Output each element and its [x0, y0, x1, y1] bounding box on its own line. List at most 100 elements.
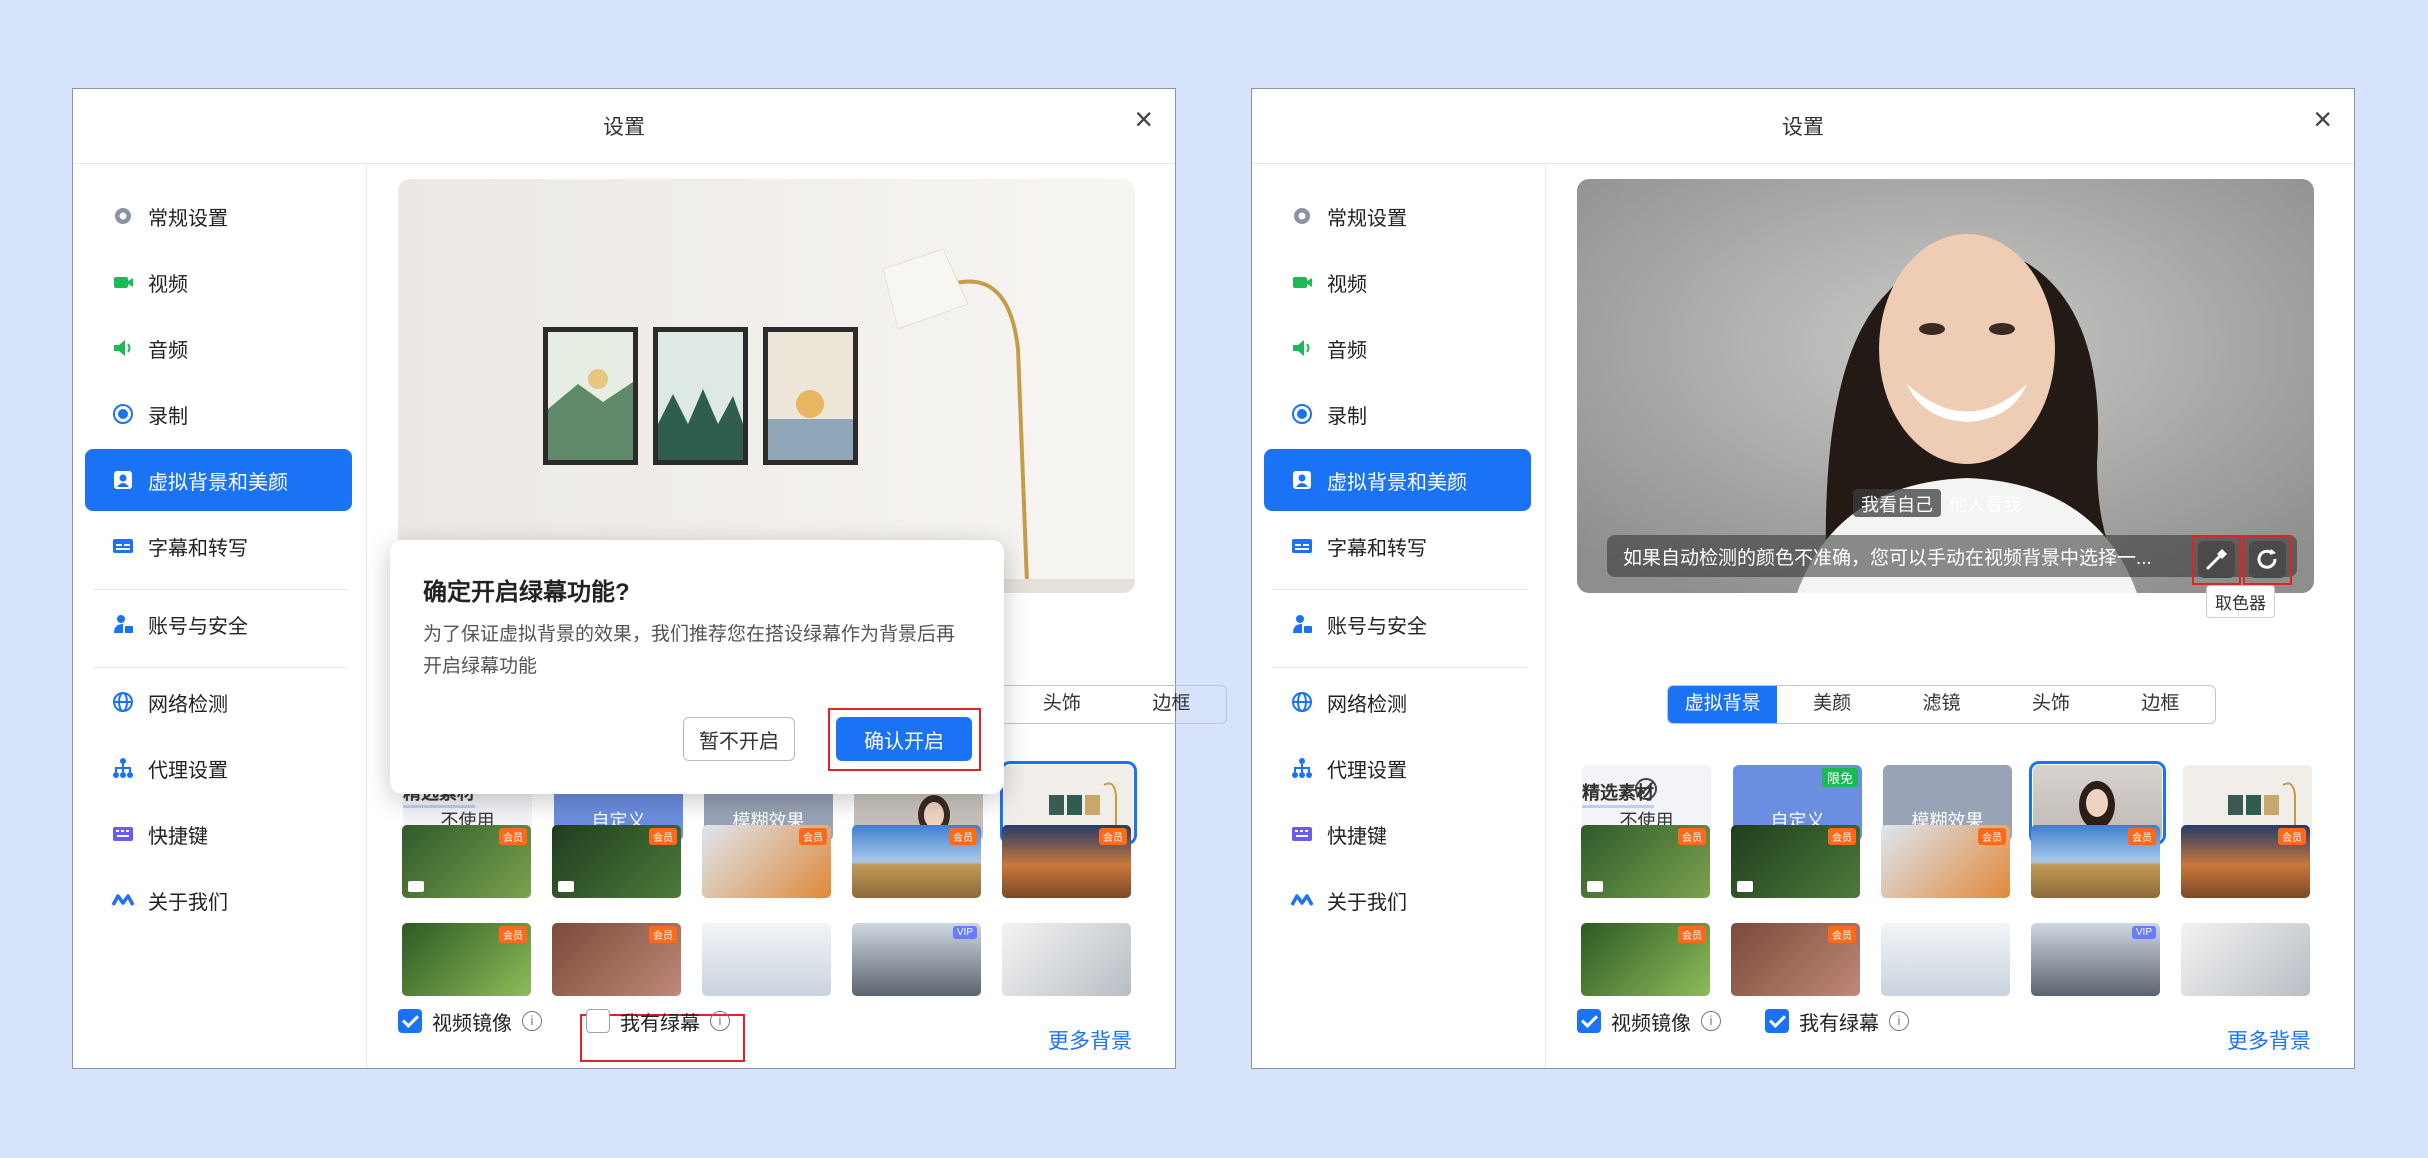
sidebar-item-account[interactable]: 账号与安全 [85, 593, 352, 655]
more-backgrounds-link[interactable]: 更多背景 [2227, 1025, 2311, 1055]
tab-filter[interactable]: 滤镜 [1887, 686, 1996, 723]
video-camera-icon [558, 881, 574, 892]
mirror-checkbox-row[interactable]: 视频镜像 i [398, 1008, 542, 1035]
sidebar-item-label: 虚拟背景和美颜 [148, 471, 288, 494]
sidebar-item-label: 快捷键 [148, 825, 208, 848]
close-icon[interactable]: × [2313, 103, 2332, 135]
sidebar-item-audio[interactable]: 音频 [1264, 317, 1531, 379]
material-thumbnail[interactable]: 会员 [1581, 825, 1710, 898]
settings-window-color-picker: 设置 × 常规设置 视频 音频 录制 虚拟背景和美颜 字幕和转写 账号与安全 网… [1251, 88, 2355, 1069]
material-thumbnail[interactable]: 会员 [2181, 825, 2310, 898]
effects-tabbar: 虚拟背景 美颜 滤镜 头饰 边框 [1667, 685, 2216, 724]
material-thumbnail[interactable]: 会员 [1581, 923, 1710, 996]
material-thumbnail[interactable]: 会员 [1881, 825, 2010, 898]
free-badge: 限免 [1821, 768, 1858, 787]
refresh-icon[interactable] [2249, 541, 2286, 578]
material-thumbnail[interactable]: VIP [2031, 923, 2160, 996]
material-thumbnail[interactable]: 会员 [852, 825, 981, 898]
member-badge: 会员 [649, 926, 677, 943]
sidebar-item-proxy[interactable]: 代理设置 [1264, 737, 1531, 799]
caption-icon [110, 533, 136, 559]
account-lock-icon [1289, 611, 1315, 637]
material-thumbnail[interactable]: 会员 [1731, 825, 1860, 898]
checkbox-checked[interactable] [1765, 1009, 1789, 1033]
material-thumbnail[interactable] [1881, 923, 2010, 996]
sidebar-item-captions[interactable]: 字幕和转写 [1264, 515, 1531, 577]
sidebar-item-label: 快捷键 [1327, 825, 1387, 848]
others-view-toggle[interactable]: 他人看我 [1941, 489, 2029, 517]
sidebar: 常规设置 视频 音频 录制 虚拟背景和美颜 字幕和转写 账号与安全 网络检测 代… [1252, 165, 1546, 1068]
info-icon[interactable]: i [1889, 1011, 1909, 1031]
material-thumbnail[interactable] [702, 923, 831, 996]
material-thumbnail[interactable]: 会员 [552, 923, 681, 996]
tab-headwear[interactable]: 头饰 [1996, 686, 2105, 723]
sidebar-item-proxy[interactable]: 代理设置 [85, 737, 352, 799]
sidebar-item-record[interactable]: 录制 [85, 383, 352, 445]
greenscreen-label: 我有绿幕 [1799, 1012, 1879, 1035]
dialog-body: 为了保证虚拟背景的效果，我们推荐您在搭设绿幕作为背景后再开启绿幕功能 [423, 624, 956, 677]
sidebar-item-video[interactable]: 视频 [85, 251, 352, 313]
sidebar-item-general[interactable]: 常规设置 [1264, 185, 1531, 247]
sidebar-item-about[interactable]: 关于我们 [1264, 869, 1531, 931]
sidebar-item-audio[interactable]: 音频 [85, 317, 352, 379]
sidebar-item-network[interactable]: 网络检测 [1264, 671, 1531, 733]
tab-border[interactable]: 边框 [1117, 686, 1226, 723]
material-thumbnail[interactable] [1002, 923, 1131, 996]
tab-headwear[interactable]: 头饰 [1007, 686, 1116, 723]
checkbox-checked[interactable] [398, 1009, 422, 1033]
self-view-toggle[interactable]: 我看自己 [1853, 489, 1941, 517]
cancel-button[interactable]: 暂不开启 [683, 717, 795, 761]
greenscreen-checkbox-row[interactable]: 我有绿幕 i [1765, 1008, 1909, 1035]
sidebar-item-network[interactable]: 网络检测 [85, 671, 352, 733]
sidebar-item-record[interactable]: 录制 [1264, 383, 1531, 445]
video-camera-icon [110, 269, 136, 295]
speaker-icon [1289, 335, 1315, 361]
sidebar-item-label: 录制 [148, 405, 188, 428]
sidebar-item-label: 账号与安全 [148, 615, 248, 638]
tab-beauty[interactable]: 美颜 [1777, 686, 1886, 723]
mirror-checkbox-row[interactable]: 视频镜像 i [1577, 1008, 1721, 1035]
close-icon[interactable]: × [1134, 103, 1153, 135]
sidebar-item-label: 关于我们 [1327, 891, 1407, 914]
material-thumbnail[interactable]: 会员 [702, 825, 831, 898]
section-title: 精选素材 [1582, 779, 1654, 808]
material-thumbnail[interactable]: 会员 [552, 825, 681, 898]
divider [93, 589, 348, 590]
material-thumbnail[interactable]: 会员 [402, 923, 531, 996]
sidebar-item-account[interactable]: 账号与安全 [1264, 593, 1531, 655]
eyedropper-icon[interactable] [2198, 541, 2235, 578]
sidebar-item-video[interactable]: 视频 [1264, 251, 1531, 313]
member-badge: 会员 [499, 926, 527, 943]
material-thumbnail[interactable]: VIP [852, 923, 981, 996]
material-thumbnail[interactable] [2181, 923, 2310, 996]
network-tree-icon [110, 755, 136, 781]
tab-border[interactable]: 边框 [2106, 686, 2215, 723]
material-thumbnail[interactable]: 会员 [1731, 923, 1860, 996]
info-icon[interactable]: i [1701, 1011, 1721, 1031]
confirm-button[interactable]: 确认开启 [836, 717, 972, 761]
sidebar-item-captions[interactable]: 字幕和转写 [85, 515, 352, 577]
info-icon[interactable]: i [710, 1011, 730, 1031]
sidebar-item-label: 网络检测 [148, 693, 228, 716]
more-backgrounds-link[interactable]: 更多背景 [1048, 1025, 1132, 1055]
member-badge: 会员 [499, 828, 527, 845]
material-thumbnail[interactable]: 会员 [2031, 825, 2160, 898]
portrait-icon [1289, 467, 1315, 493]
sidebar-item-virtual-background[interactable]: 虚拟背景和美颜 [1264, 449, 1531, 511]
sidebar-item-virtual-background[interactable]: 虚拟背景和美颜 [85, 449, 352, 511]
sidebar-item-label: 代理设置 [1327, 759, 1407, 782]
video-camera-icon [408, 881, 424, 892]
video-camera-icon [1737, 881, 1753, 892]
sidebar-item-shortcuts[interactable]: 快捷键 [1264, 803, 1531, 865]
sidebar-item-shortcuts[interactable]: 快捷键 [85, 803, 352, 865]
checkbox-checked[interactable] [1577, 1009, 1601, 1033]
info-icon[interactable]: i [522, 1011, 542, 1031]
sidebar-item-about[interactable]: 关于我们 [85, 869, 352, 931]
greenscreen-checkbox-row[interactable]: 我有绿幕 i [586, 1008, 730, 1035]
material-thumbnail[interactable]: 会员 [402, 825, 531, 898]
tab-virtual-background[interactable]: 虚拟背景 [1668, 686, 1778, 723]
material-thumbnail[interactable]: 会员 [1002, 825, 1131, 898]
camera-preview: 我看自己 他人看我 如果自动检测的颜色不准确，您可以手动在视频背景中选择一... [1577, 179, 2314, 593]
sidebar-item-general[interactable]: 常规设置 [85, 185, 352, 247]
checkbox-unchecked[interactable] [586, 1009, 610, 1033]
